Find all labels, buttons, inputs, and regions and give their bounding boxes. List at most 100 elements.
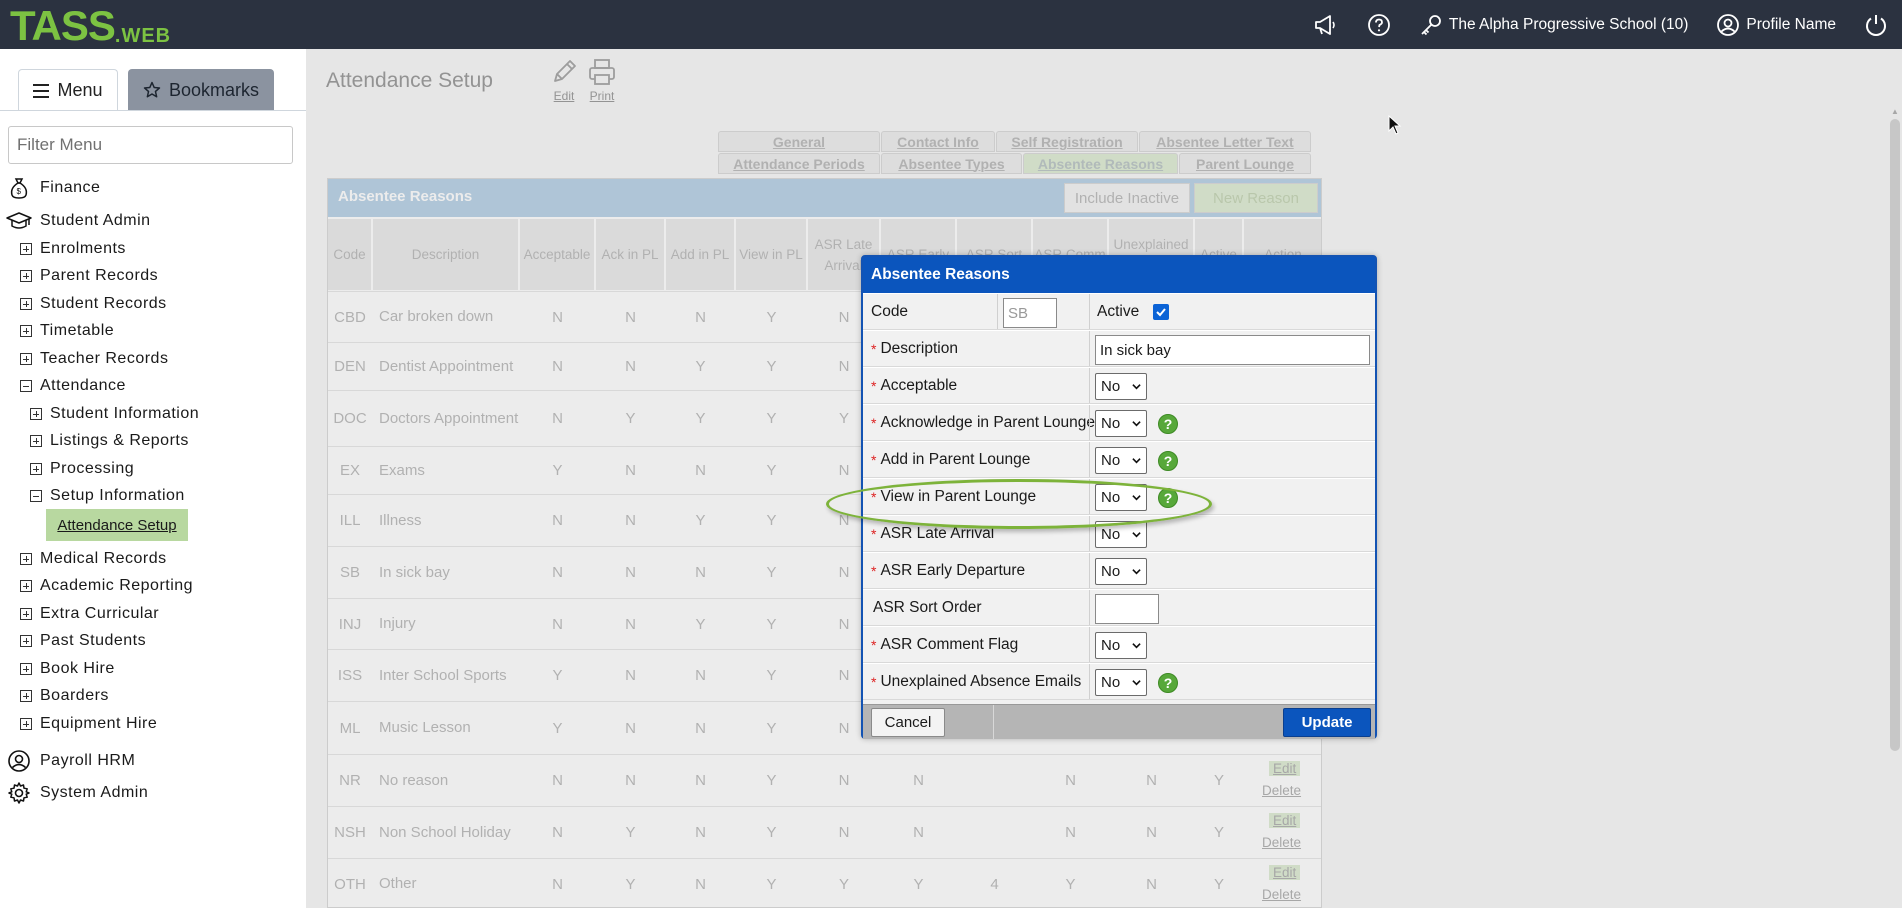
- column-header[interactable]: View in PL: [736, 219, 807, 290]
- help-icon[interactable]: ?: [1158, 673, 1178, 693]
- delete-link[interactable]: Delete: [1262, 783, 1301, 798]
- expand-plus-icon[interactable]: [20, 325, 32, 337]
- acceptable-select[interactable]: No: [1095, 373, 1147, 400]
- table-row[interactable]: NR No reason N N N Y N N N N Y Edit Delete: [328, 754, 1321, 806]
- unexplained-absence-emails-select[interactable]: No: [1095, 669, 1147, 696]
- nav-student-information[interactable]: Student Information: [30, 405, 199, 423]
- nav-equipment-hire[interactable]: Equipment Hire: [20, 715, 157, 733]
- nav-academic-reporting[interactable]: Academic Reporting: [20, 577, 193, 595]
- cancel-button[interactable]: Cancel: [871, 708, 945, 737]
- expand-plus-icon[interactable]: [20, 635, 32, 647]
- expand-plus-icon[interactable]: [20, 690, 32, 702]
- expand-plus-icon[interactable]: [20, 270, 32, 282]
- help-icon[interactable]: ?: [1158, 451, 1178, 471]
- school-selector[interactable]: The Alpha Progressive School (10): [1419, 13, 1688, 37]
- expand-plus-icon[interactable]: [20, 580, 32, 592]
- nav-system-admin[interactable]: System Admin: [6, 780, 148, 806]
- column-header[interactable]: Code: [328, 219, 372, 290]
- nav-boarders[interactable]: Boarders: [20, 687, 109, 705]
- tab-contact-info[interactable]: Contact Info: [881, 131, 995, 152]
- help-icon[interactable]: ?: [1158, 488, 1178, 508]
- logout-button[interactable]: [1864, 13, 1888, 37]
- menu-tab[interactable]: Menu: [18, 69, 118, 111]
- active-checkbox[interactable]: [1153, 304, 1169, 320]
- description-field[interactable]: In sick bay: [1095, 335, 1370, 365]
- asr-late-arrival-select[interactable]: No: [1095, 521, 1147, 548]
- asr-early-departure-select[interactable]: No: [1095, 558, 1147, 585]
- expand-plus-icon[interactable]: [30, 408, 42, 420]
- tab-absentee-types[interactable]: Absentee Types: [881, 153, 1022, 174]
- asr-sort-order-label: ASR Sort Order: [873, 598, 982, 616]
- asr-sort-order-field[interactable]: [1095, 594, 1159, 624]
- expand-plus-icon[interactable]: [30, 435, 42, 447]
- nav-past-students[interactable]: Past Students: [20, 632, 146, 650]
- column-header[interactable]: Ack in PL: [596, 219, 665, 290]
- scroll-up-arrow[interactable]: ▲: [1890, 107, 1900, 116]
- include-inactive-button[interactable]: Include Inactive: [1064, 183, 1190, 213]
- value-cell: N: [625, 615, 636, 633]
- nav-attendance-setup[interactable]: Attendance Setup: [46, 509, 188, 541]
- tab-parent-lounge[interactable]: Parent Lounge: [1179, 153, 1311, 174]
- table-row[interactable]: OTH Other N Y N Y Y Y 4 Y N Y Edit Delete: [328, 858, 1321, 907]
- view-in-parent-lounge-select[interactable]: No: [1095, 484, 1147, 511]
- asr-comment-flag-select[interactable]: No: [1095, 632, 1147, 659]
- nav-listings-reports[interactable]: Listings & Reports: [30, 432, 189, 450]
- announcements-button[interactable]: [1313, 13, 1339, 37]
- nav-student-admin[interactable]: Student Admin: [6, 208, 151, 234]
- expand-plus-icon[interactable]: [20, 718, 32, 730]
- edit-link[interactable]: Edit: [1269, 813, 1301, 828]
- graduation-cap-icon: [6, 212, 32, 229]
- bookmarks-tab[interactable]: Bookmarks: [128, 69, 274, 111]
- nav-book-hire[interactable]: Book Hire: [20, 660, 115, 678]
- nav-extra-curricular[interactable]: Extra Curricular: [20, 605, 159, 623]
- help-icon[interactable]: ?: [1158, 414, 1178, 434]
- nav-medical-records[interactable]: Medical Records: [20, 550, 167, 568]
- code-cell: ML: [339, 719, 361, 737]
- expand-plus-icon[interactable]: [20, 243, 32, 255]
- expand-plus-icon[interactable]: [20, 608, 32, 620]
- nav-student-records[interactable]: Student Records: [20, 295, 167, 313]
- nav-attendance[interactable]: Attendance: [20, 377, 126, 395]
- nav-enrolments[interactable]: Enrolments: [20, 240, 126, 258]
- nav-parent-records[interactable]: Parent Records: [20, 267, 158, 285]
- acknowledge-in-parent-lounge-select[interactable]: No: [1095, 410, 1147, 437]
- column-header[interactable]: Description: [373, 219, 519, 290]
- delete-link[interactable]: Delete: [1262, 887, 1301, 902]
- table-row[interactable]: NSH Non School Holiday N Y N Y N N N N Y Edit Delete: [328, 806, 1321, 858]
- tab-self-registration[interactable]: Self Registration: [996, 131, 1138, 152]
- tab-attendance-periods[interactable]: Attendance Periods: [718, 153, 880, 174]
- collapse-minus-icon[interactable]: [20, 380, 32, 392]
- column-header[interactable]: Add in PL: [666, 219, 735, 290]
- tab-general[interactable]: General: [718, 131, 880, 152]
- update-button[interactable]: Update: [1283, 708, 1371, 737]
- code-field[interactable]: SB: [1003, 298, 1057, 328]
- expand-plus-icon[interactable]: [20, 663, 32, 675]
- nav-processing[interactable]: Processing: [30, 460, 134, 478]
- nav-teacher-records[interactable]: Teacher Records: [20, 350, 168, 368]
- tab-absentee-reasons[interactable]: Absentee Reasons: [1023, 153, 1178, 174]
- edit-tool[interactable]: Edit: [546, 57, 582, 103]
- edit-link[interactable]: Edit: [1269, 761, 1301, 776]
- expand-plus-icon[interactable]: [30, 463, 42, 475]
- vertical-scrollbar[interactable]: [1890, 119, 1900, 751]
- tab-absentee-letter-text[interactable]: Absentee Letter Text: [1139, 131, 1311, 152]
- help-button[interactable]: [1367, 13, 1391, 37]
- add-in-parent-lounge-select[interactable]: No: [1095, 447, 1147, 474]
- print-tool[interactable]: Print: [584, 57, 620, 103]
- edit-link[interactable]: Edit: [1269, 865, 1301, 880]
- filter-menu-input[interactable]: [8, 126, 293, 164]
- nav-timetable[interactable]: Timetable: [20, 322, 114, 340]
- delete-link[interactable]: Delete: [1262, 835, 1301, 850]
- profile-menu[interactable]: Profile Name: [1716, 13, 1836, 37]
- value-cell: Y: [766, 410, 777, 427]
- nav-payroll-hrm[interactable]: Payroll HRM: [6, 748, 135, 774]
- expand-plus-icon[interactable]: [20, 353, 32, 365]
- expand-plus-icon[interactable]: [20, 298, 32, 310]
- collapse-minus-icon[interactable]: [30, 490, 42, 502]
- nav-setup-information[interactable]: Setup Information: [30, 487, 185, 505]
- expand-plus-icon[interactable]: [20, 553, 32, 565]
- nav-finance[interactable]: $ Finance: [6, 175, 100, 201]
- tass-logo[interactable]: TASS.WEB: [10, 2, 171, 49]
- column-header[interactable]: Acceptable: [520, 219, 595, 290]
- new-reason-button[interactable]: New Reason: [1194, 183, 1318, 213]
